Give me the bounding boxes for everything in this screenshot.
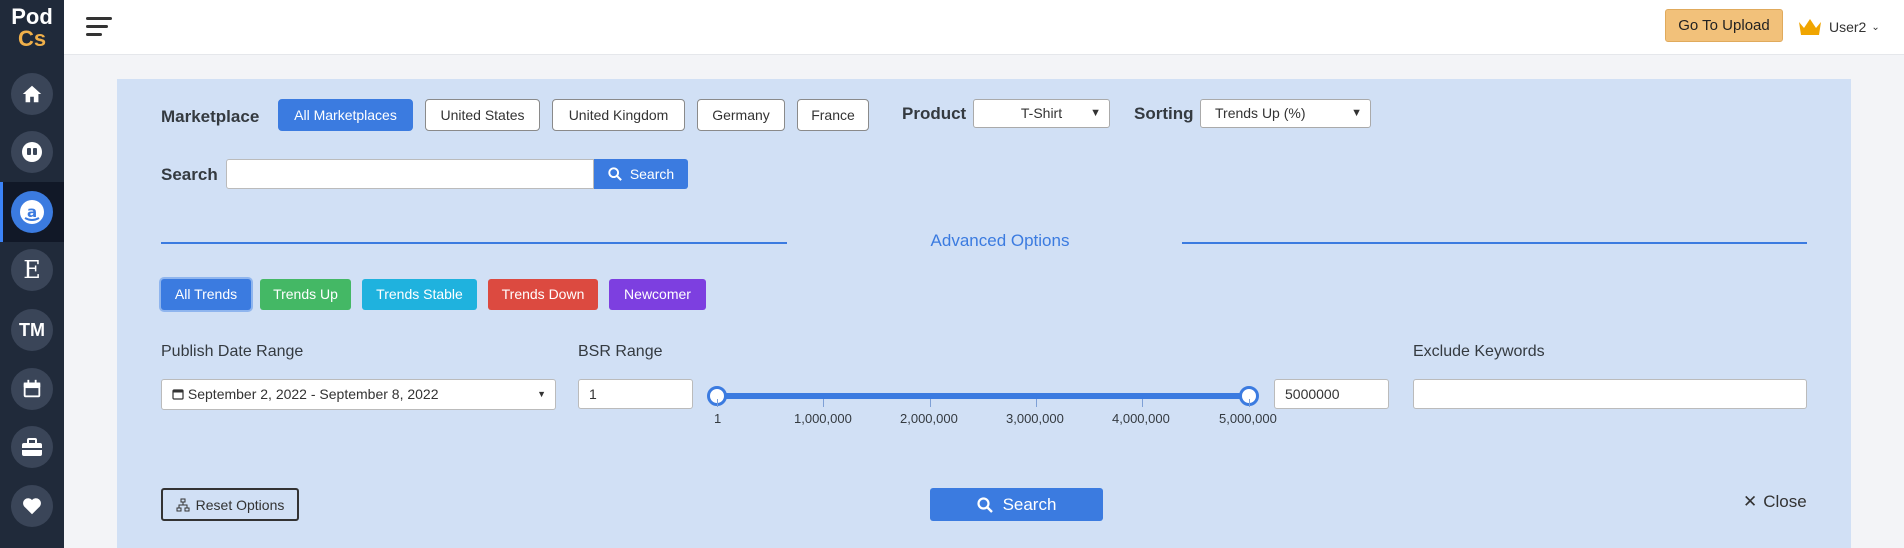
sorting-label: Sorting: [1134, 104, 1194, 123]
publish-date-label: Publish Date Range: [161, 343, 304, 360]
trend-up-button[interactable]: Trends Up: [260, 279, 351, 310]
etsy-icon: E: [23, 256, 41, 284]
calendar-icon: [23, 379, 41, 398]
exclude-keywords-label: Exclude Keywords: [1413, 343, 1545, 360]
logo-line2: Cs: [17, 26, 47, 51]
marketplace-de-button[interactable]: Germany: [697, 99, 785, 131]
slider-tick: [930, 399, 931, 407]
slider-tick: [717, 399, 718, 407]
sidebar-item-favorites[interactable]: [11, 485, 53, 527]
filter-panel: Marketplace All Marketplaces United Stat…: [117, 79, 1851, 548]
logo[interactable]: Pod Cs: [0, 6, 64, 50]
close-button[interactable]: ✕ Close: [1743, 492, 1807, 512]
home-icon: [22, 85, 42, 103]
sidebar-item-toolbox[interactable]: [11, 426, 53, 468]
close-icon: ✕: [1743, 492, 1758, 511]
sidebar-item-calendar[interactable]: [11, 368, 53, 410]
sidebar-item-home[interactable]: [11, 73, 53, 115]
marketplace-fr-button[interactable]: France: [797, 99, 869, 131]
slider-tick-label: 3,000,000: [1006, 411, 1064, 426]
slider-tick: [1249, 399, 1250, 407]
sidebar-item-etsy[interactable]: E: [11, 249, 53, 291]
sidebar: Pod Cs a E TM: [0, 0, 64, 548]
exclude-keywords-input[interactable]: [1413, 379, 1807, 409]
calendar-icon: [172, 389, 184, 400]
trend-down-button[interactable]: Trends Down: [488, 279, 598, 310]
user-name: User2: [1829, 19, 1867, 35]
marketplace-uk-button[interactable]: United Kingdom: [552, 99, 685, 131]
slider-tick: [1036, 399, 1037, 407]
marketplace-label: Marketplace: [161, 107, 260, 126]
marketplace-us-button[interactable]: United States: [425, 99, 540, 131]
divider-left: [161, 242, 787, 244]
slider-tick-label: 1: [714, 411, 722, 426]
sidebar-item-redbubble[interactable]: [11, 131, 53, 173]
reset-options-button[interactable]: Reset Options: [161, 488, 299, 521]
bsr-min-input[interactable]: 1: [578, 379, 693, 409]
menu-toggle-icon[interactable]: [86, 17, 112, 37]
sorting-select-value: Trends Up (%): [1215, 105, 1306, 121]
trend-all-button[interactable]: All Trends: [161, 279, 251, 310]
bsr-max-value: 5000000: [1285, 386, 1340, 402]
sitemap-icon: [176, 498, 190, 511]
bsr-max-input[interactable]: 5000000: [1274, 379, 1389, 409]
divider-right: [1182, 242, 1807, 244]
trademark-icon: TM: [19, 319, 45, 340]
trend-newcomer-button[interactable]: Newcomer: [609, 279, 706, 310]
slider-tick-label: 5,000,000: [1219, 411, 1277, 426]
top-header: Go To Upload User2 ⌄: [64, 0, 1904, 55]
heart-icon: [23, 498, 41, 515]
chevron-down-icon: ▼: [537, 389, 546, 399]
search-button[interactable]: Search: [594, 159, 688, 189]
trend-stable-button[interactable]: Trends Stable: [362, 279, 477, 310]
toolbox-icon: [22, 438, 42, 456]
search-icon: [608, 167, 622, 181]
bsr-min-value: 1: [589, 386, 597, 402]
slider-tick-label: 1,000,000: [794, 411, 852, 426]
crown-icon: [1799, 19, 1821, 35]
chevron-down-icon: ▼: [1351, 107, 1362, 119]
product-select[interactable]: T-Shirt ▼: [973, 99, 1110, 128]
sidebar-item-trademark[interactable]: TM: [11, 309, 53, 351]
slider-tick-label: 2,000,000: [900, 411, 958, 426]
slider-tick: [1142, 399, 1143, 407]
redbubble-icon: [22, 142, 42, 162]
logo-line1: Pod: [11, 4, 53, 29]
search-label: Search: [161, 165, 218, 184]
sorting-select[interactable]: Trends Up (%) ▼: [1200, 99, 1371, 128]
bsr-range-label: BSR Range: [578, 343, 663, 360]
product-label: Product: [902, 104, 967, 123]
search-button-label: Search: [629, 166, 675, 182]
bsr-slider-track[interactable]: [717, 393, 1249, 399]
publish-date-value: September 2, 2022 - September 8, 2022: [187, 386, 439, 402]
advanced-options-toggle[interactable]: Advanced Options: [717, 231, 1283, 251]
search-icon: [976, 496, 993, 513]
apply-search-button[interactable]: Search: [930, 488, 1103, 521]
slider-tick-label: 4,000,000: [1112, 411, 1170, 426]
user-menu[interactable]: User2 ⌄: [1797, 13, 1880, 41]
product-select-value: T-Shirt: [1020, 105, 1063, 121]
sidebar-item-amazon[interactable]: a: [11, 191, 53, 233]
close-label: Close: [1763, 492, 1807, 511]
amazon-icon: a: [20, 200, 44, 224]
reset-options-label: Reset Options: [195, 496, 285, 513]
chevron-down-icon: ⌄: [1871, 21, 1880, 33]
marketplace-all-button[interactable]: All Marketplaces: [278, 99, 413, 131]
svg-text:a: a: [27, 203, 37, 221]
publish-date-picker[interactable]: September 2, 2022 - September 8, 2022 ▼: [161, 379, 556, 410]
apply-search-label: Search: [1002, 494, 1057, 514]
slider-tick: [823, 399, 824, 407]
go-to-upload-button[interactable]: Go To Upload: [1665, 9, 1783, 42]
search-input[interactable]: [226, 159, 594, 189]
chevron-down-icon: ▼: [1090, 107, 1101, 119]
